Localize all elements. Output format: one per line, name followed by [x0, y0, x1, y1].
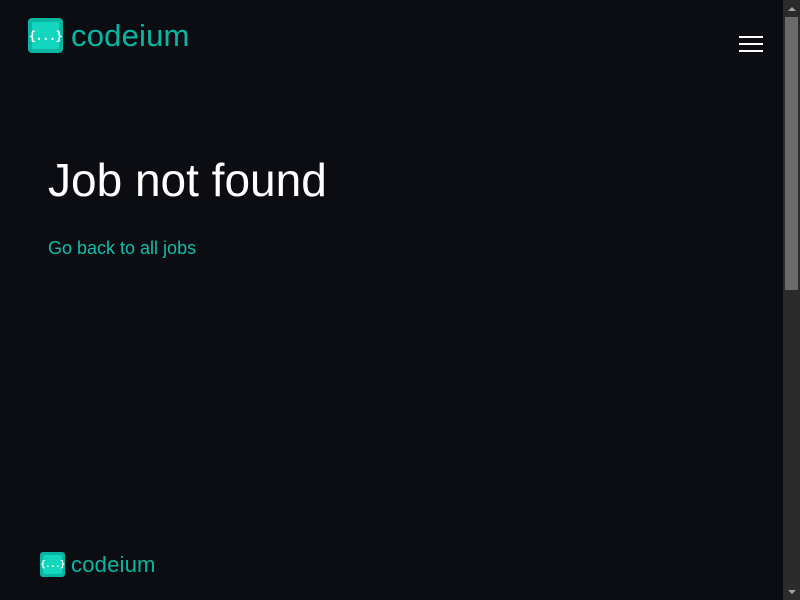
- scroll-down-button[interactable]: [783, 583, 800, 600]
- menu-bar-bottom: [739, 50, 763, 52]
- chevron-up-icon: [787, 6, 796, 11]
- scroll-up-button[interactable]: [783, 0, 800, 17]
- logo-wordmark: codeium: [71, 18, 190, 53]
- footer-logo-link[interactable]: {...} codeium: [40, 552, 156, 577]
- logo-glyph: {...}: [28, 28, 63, 43]
- codeium-logo-icon: {...}: [40, 552, 65, 577]
- menu-bar-middle: [739, 43, 763, 45]
- codeium-logo-icon: {...}: [28, 18, 63, 53]
- header-logo-link[interactable]: {...} codeium: [28, 18, 190, 53]
- hamburger-menu-icon[interactable]: [739, 36, 763, 54]
- logo-glyph: {...}: [40, 559, 65, 570]
- scrollbar-thumb[interactable]: [785, 17, 798, 290]
- footer-logo-wordmark: codeium: [71, 552, 156, 577]
- logo-mark-inner: {...}: [29, 22, 63, 49]
- page-title: Job not found: [48, 154, 327, 206]
- vertical-scrollbar[interactable]: [783, 0, 800, 600]
- back-to-jobs-link[interactable]: Go back to all jobs: [48, 237, 196, 259]
- logo-mark-inner: {...}: [40, 555, 65, 574]
- menu-bar-top: [739, 36, 763, 38]
- page: {...} codeium Job not found Go back to a…: [0, 0, 783, 600]
- chevron-down-icon: [787, 589, 796, 594]
